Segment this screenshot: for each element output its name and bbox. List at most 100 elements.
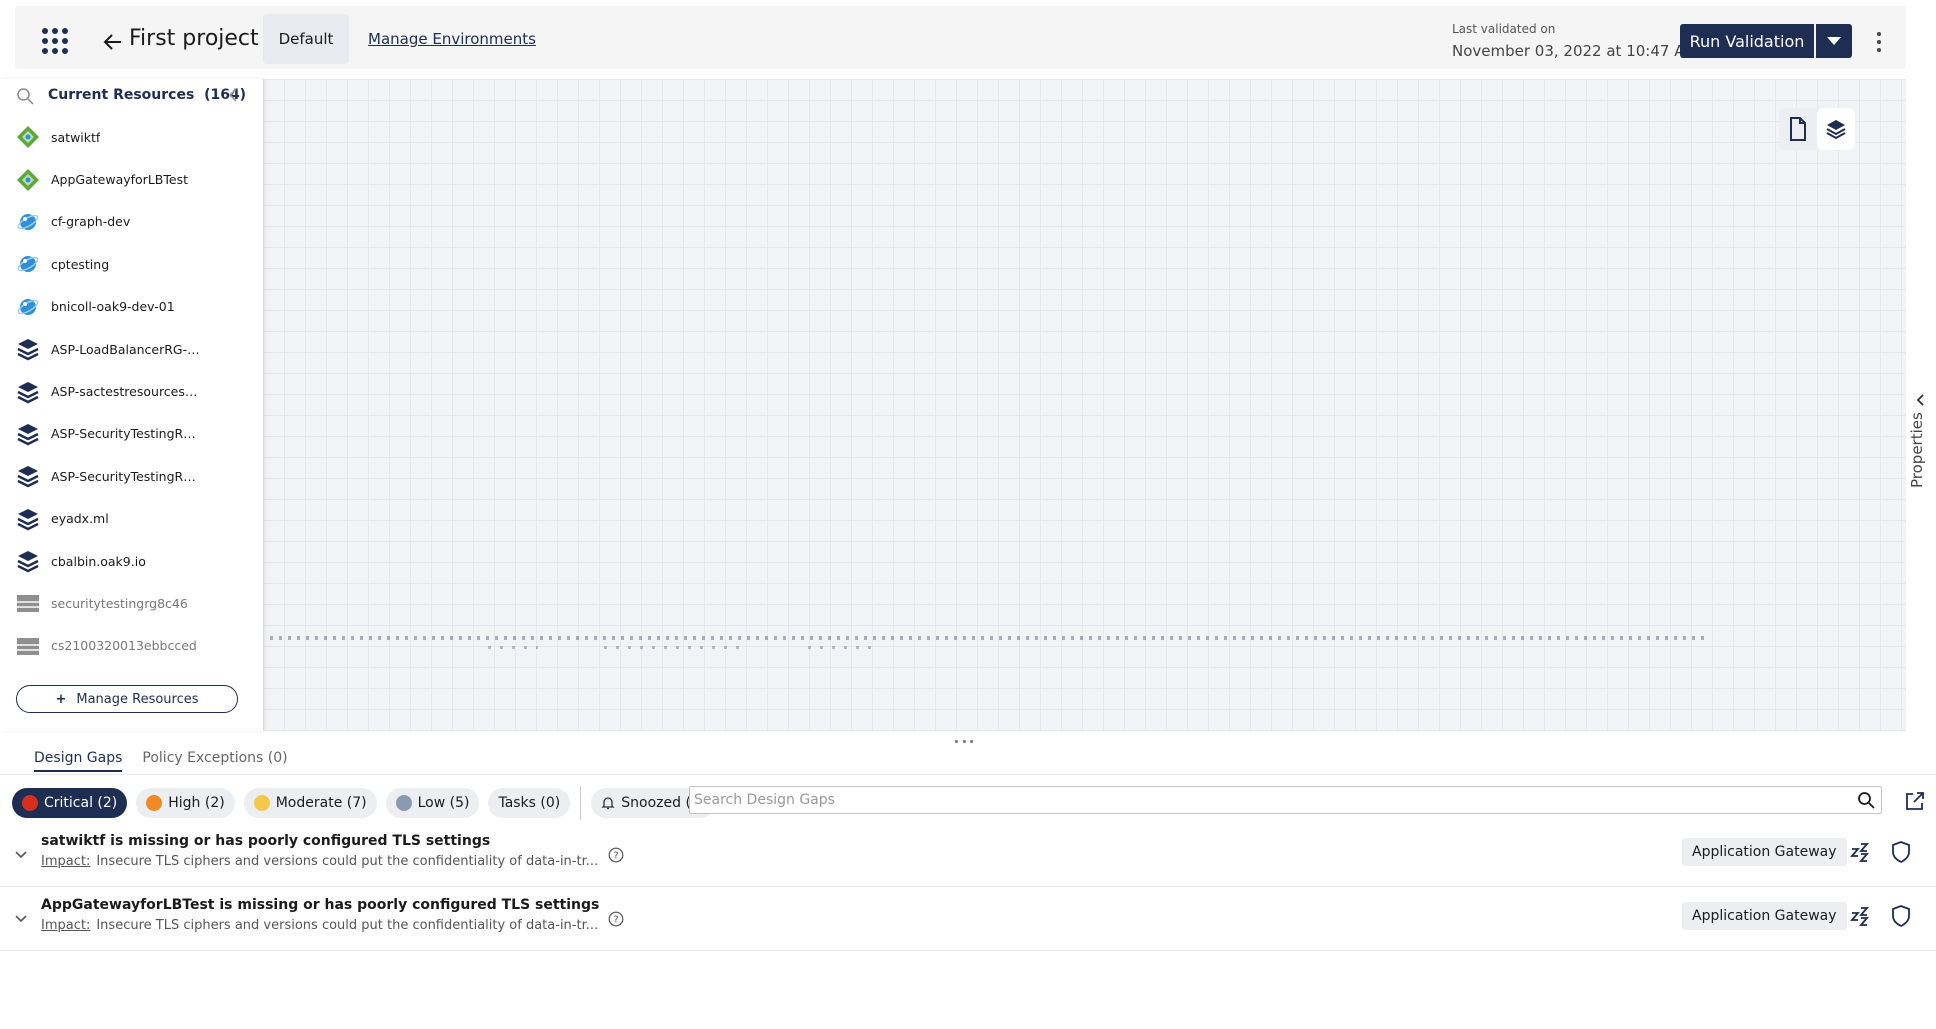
resource-item[interactable]: securitytestingrg8c46: [0, 582, 263, 624]
manage-environments-link[interactable]: Manage Environments: [368, 30, 536, 48]
resource-item[interactable]: cbalbin.oak9.io: [0, 540, 263, 582]
tab-design-gaps[interactable]: Design Gaps: [34, 750, 123, 772]
resource-item[interactable]: cptesting: [0, 243, 263, 285]
resource-item[interactable]: cs2100320013ebbcced: [0, 625, 263, 667]
resource-item-label: cf-graph-dev: [51, 214, 131, 230]
open-external-icon[interactable]: [1904, 790, 1926, 812]
layers-icon: [16, 549, 40, 573]
cosmos-db-icon: [16, 295, 40, 319]
resource-item-label: securitytestingrg8c46: [51, 595, 188, 611]
document-view-button[interactable]: [1779, 108, 1817, 150]
svg-text:?: ?: [613, 851, 618, 862]
resource-item-label: ASP-SecurityTestingRG-...: [51, 426, 201, 442]
current-resources-label: Current Resources: [48, 87, 195, 103]
environment-tab-default[interactable]: Default: [263, 14, 349, 64]
design-gap-title[interactable]: AppGatewayforLBTest is missing or has po…: [41, 897, 599, 913]
project-title: First project: [129, 26, 259, 51]
chip-tasks[interactable]: Tasks (0): [488, 788, 571, 818]
manage-resources-label: Manage Resources: [76, 691, 199, 707]
app-launcher-icon[interactable]: [42, 28, 68, 54]
last-validated-date: November 03, 2022 at 10:47 AM: [1452, 42, 1698, 60]
snooze-icon[interactable]: [1850, 905, 1872, 927]
design-gaps-search: [689, 786, 1882, 814]
current-resources-title: Current Resources (164): [48, 87, 246, 103]
critical-face-icon: [22, 795, 38, 811]
chevron-down-icon[interactable]: [12, 909, 30, 927]
resource-list: satwiktf AppGatewayforLBTest cf-graph-de…: [0, 116, 263, 667]
snooze-icon[interactable]: [1850, 841, 1872, 863]
shield-icon[interactable]: [1891, 905, 1911, 927]
design-gap-title[interactable]: satwiktf is missing or has poorly config…: [41, 833, 490, 849]
caret-down-icon: [1827, 37, 1841, 45]
chip-label: Critical (2): [44, 795, 118, 811]
impact-text: Insecure TLS ciphers and versions could …: [96, 854, 599, 869]
tab-policy-exceptions[interactable]: Policy Exceptions (0): [142, 750, 287, 772]
search-icon[interactable]: [1857, 791, 1875, 809]
canvas-toolbar: [1779, 108, 1855, 150]
more-options-icon[interactable]: [1875, 32, 1883, 52]
impact-label[interactable]: Impact:: [41, 854, 90, 869]
plus-icon: +: [55, 691, 67, 707]
resource-item-label: eyadx.ml: [51, 511, 109, 527]
design-gap-impact: Impact: Insecure TLS ciphers and versions…: [41, 854, 601, 869]
resource-item[interactable]: ASP-SecurityTestingRG-...: [0, 413, 263, 455]
low-face-icon: [395, 795, 412, 811]
storage-icon: [16, 634, 40, 658]
resource-item-label: cptesting: [51, 256, 110, 272]
chip-high[interactable]: High (2): [136, 788, 235, 818]
back-arrow-icon[interactable]: [101, 30, 125, 54]
layers-icon: [16, 464, 40, 488]
resource-item-label: satwiktf: [51, 129, 101, 145]
diagram-canvas[interactable]: [263, 79, 1906, 731]
impact-text: Insecure TLS ciphers and versions could …: [96, 918, 599, 933]
chip-label: High (2): [168, 795, 225, 811]
resource-item[interactable]: eyadx.ml: [0, 498, 263, 540]
storage-icon: [16, 591, 40, 615]
layers-icon: [16, 337, 40, 361]
run-validation-button[interactable]: Run Validation: [1680, 24, 1814, 58]
chevron-left-icon: [1916, 394, 1924, 406]
chip-low[interactable]: Low (5): [385, 788, 480, 818]
resource-item[interactable]: ASP-SecurityTestingRG-...: [0, 455, 263, 497]
search-icon[interactable]: [16, 87, 34, 105]
resource-nodes-strip: [488, 646, 538, 649]
design-gap-row[interactable]: AppGatewayforLBTest is missing or has po…: [0, 887, 1936, 951]
design-gap-row[interactable]: satwiktf is missing or has poorly config…: [0, 823, 1936, 887]
chip-moderate[interactable]: Moderate (7): [243, 788, 377, 818]
resource-nodes-strip: [808, 646, 878, 649]
layers-view-button[interactable]: [1817, 108, 1855, 150]
divider: [0, 774, 1936, 775]
cosmos-db-icon: [16, 210, 40, 234]
resource-item[interactable]: satwiktf: [0, 116, 263, 158]
shield-icon[interactable]: [1891, 841, 1911, 863]
top-header: First project Default Manage Environment…: [15, 6, 1906, 69]
resource-item[interactable]: ASP-sactestresources-8...: [0, 370, 263, 412]
chip-label: Low (5): [417, 795, 470, 811]
resource-item-label: ASP-SecurityTestingRG-...: [51, 468, 201, 484]
resource-nodes-strip[interactable]: [270, 636, 1710, 640]
resources-sidebar: Current Resources (164) satwiktf AppGate…: [0, 79, 263, 731]
resource-item[interactable]: bnicoll-oak9-dev-01: [0, 286, 263, 328]
help-icon[interactable]: ?: [608, 847, 624, 863]
moderate-face-icon: [253, 795, 270, 811]
cosmos-db-icon: [16, 252, 40, 276]
chevron-down-icon[interactable]: [12, 845, 30, 863]
manage-resources-button[interactable]: + Manage Resources: [16, 685, 238, 713]
panel-resize-handle[interactable]: [955, 740, 973, 744]
search-design-gaps-input[interactable]: [690, 787, 1840, 813]
run-validation-dropdown[interactable]: [1816, 24, 1852, 58]
resource-item[interactable]: AppGatewayforLBTest: [0, 158, 263, 200]
svg-text:?: ?: [613, 915, 618, 926]
resource-item[interactable]: ASP-LoadBalancerRG-a...: [0, 328, 263, 370]
help-icon[interactable]: ?: [608, 911, 624, 927]
layers-icon: [16, 422, 40, 446]
collapse-sidebar-icon[interactable]: [226, 86, 240, 104]
chip-critical[interactable]: Critical (2): [12, 788, 128, 818]
properties-panel-tab[interactable]: Properties: [1906, 390, 1936, 500]
impact-label[interactable]: Impact:: [41, 918, 90, 933]
resource-item-label: bnicoll-oak9-dev-01: [51, 299, 175, 315]
resource-nodes-strip: [604, 646, 744, 649]
resource-item[interactable]: cf-graph-dev: [0, 201, 263, 243]
bottom-panel-tabs: Design Gaps Policy Exceptions (0): [34, 750, 288, 772]
last-validated-label: Last validated on: [1452, 22, 1556, 36]
